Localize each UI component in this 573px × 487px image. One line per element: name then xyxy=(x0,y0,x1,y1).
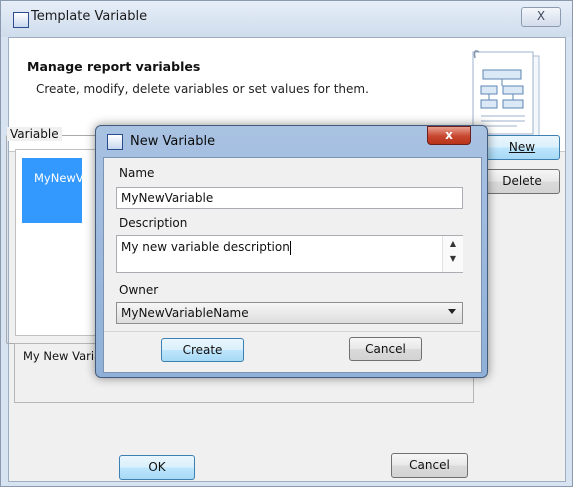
header-subtitle: Create, modify, delete variables or set … xyxy=(36,82,369,96)
dialog-app-icon xyxy=(107,134,123,150)
dialog-separator xyxy=(104,331,480,332)
description-input[interactable]: My new variable description xyxy=(116,235,463,273)
variable-group-label: Variable xyxy=(7,127,62,141)
name-input[interactable]: MyNewVariable xyxy=(116,187,463,209)
description-scrollbar[interactable]: ▲ ▼ xyxy=(442,236,463,272)
scroll-up-icon[interactable]: ▲ xyxy=(443,236,463,251)
dialog-close-button[interactable]: x xyxy=(427,126,471,145)
description-input-text: My new variable description xyxy=(121,240,290,254)
window-title: Template Variable xyxy=(31,9,148,24)
delete-button[interactable]: Delete xyxy=(484,169,560,194)
dropdown-arrow-icon[interactable] xyxy=(448,309,456,314)
scroll-down-icon[interactable]: ▼ xyxy=(443,251,463,266)
close-button[interactable]: X xyxy=(521,7,561,27)
description-label: Description xyxy=(119,216,188,230)
dialog-cancel-button-label: Cancel xyxy=(365,342,406,356)
text-caret xyxy=(289,240,291,255)
header-title: Manage report variables xyxy=(27,59,201,74)
window-titlebar: Template Variable X xyxy=(1,1,572,37)
list-item-selected[interactable]: MyNewVariable xyxy=(22,158,82,223)
create-button[interactable]: Create xyxy=(161,338,244,362)
ok-button[interactable]: OK xyxy=(119,455,195,480)
owner-select[interactable]: MyNewVariableName xyxy=(116,302,463,324)
new-button-label: New xyxy=(508,140,536,154)
app-icon xyxy=(13,12,29,28)
owner-label: Owner xyxy=(119,283,159,297)
create-button-label: Create xyxy=(182,343,223,357)
name-label: Name xyxy=(119,166,155,180)
new-button[interactable]: New xyxy=(484,135,560,160)
dialog-title: New Variable xyxy=(130,134,216,149)
dialog-cancel-button[interactable]: Cancel xyxy=(349,337,422,361)
cancel-button[interactable]: Cancel xyxy=(391,453,468,478)
delete-button-label: Delete xyxy=(502,174,542,188)
